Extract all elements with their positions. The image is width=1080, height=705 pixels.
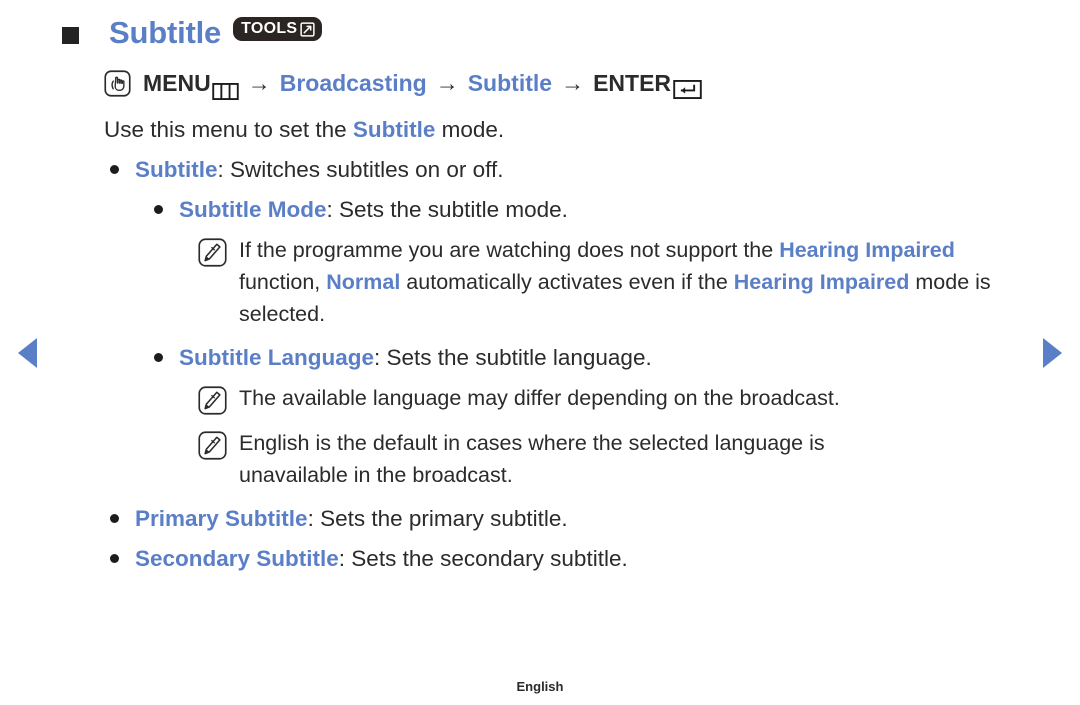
box-arrow-icon — [300, 21, 316, 37]
tools-badge-label: TOOLS — [241, 20, 298, 37]
note-text: The available language may differ depend… — [239, 386, 840, 410]
menu-label: MENU — [143, 70, 211, 96]
note-pencil-icon — [198, 386, 227, 415]
note-highlight-2: Normal — [326, 270, 401, 294]
note-highlight-1: Hearing Impaired — [779, 238, 955, 262]
list-item-text: Secondary Subtitle: Sets the secondary s… — [135, 542, 628, 575]
list-item-term: Subtitle Language — [179, 345, 375, 370]
list-item-term: Subtitle Mode — [179, 197, 327, 222]
list-item-text: Subtitle Language: Sets the subtitle lan… — [179, 341, 652, 374]
list-item-desc: : Sets the primary subtitle. — [307, 506, 568, 531]
list-item: Secondary Subtitle: Sets the secondary s… — [110, 542, 1020, 575]
path-arrow-2: → — [435, 70, 459, 96]
intro-paragraph: Use this menu to set the Subtitle mode. — [104, 114, 1020, 146]
intro-suffix: mode. — [435, 117, 505, 142]
square-bullet-icon — [62, 26, 79, 44]
intro-prefix: Use this menu to set the — [104, 117, 353, 142]
list-item-desc: : Sets the subtitle language. — [374, 345, 652, 370]
menu-grid-icon — [212, 75, 239, 100]
note-text: English is the default in cases where th… — [239, 431, 825, 487]
list-item: Primary Subtitle: Sets the primary subti… — [110, 502, 1020, 535]
list-item-desc: : Sets the subtitle mode. — [326, 197, 568, 222]
page-title-row: Subtitle TOOLS — [62, 15, 323, 50]
menu-path-text: MENU → Broadcasting → Subtitle → ENTER — [143, 66, 702, 100]
list-item-desc: : Switches subtitles on or off. — [217, 157, 504, 182]
note-part-3: automatically activates even if the — [400, 270, 734, 294]
note-item: If the programme you are watching does n… — [198, 234, 1020, 330]
path-arrow-1: → — [247, 70, 271, 96]
round-bullet-icon — [154, 353, 163, 362]
previous-page-arrow-icon[interactable] — [18, 338, 37, 368]
note-pencil-icon — [198, 431, 227, 460]
next-page-arrow-icon[interactable] — [1043, 338, 1062, 368]
footer-language: English — [516, 679, 564, 694]
list-item-text: Subtitle Mode: Sets the subtitle mode. — [179, 193, 568, 226]
tools-badge[interactable]: TOOLS — [233, 17, 323, 41]
path-arrow-3: → — [561, 70, 585, 96]
list-item-desc: : Sets the secondary subtitle. — [338, 546, 628, 571]
round-bullet-icon — [110, 165, 119, 174]
list-item-text: Primary Subtitle: Sets the primary subti… — [135, 502, 568, 535]
path-item-subtitle[interactable]: Subtitle — [468, 66, 552, 100]
enter-label: ENTER — [593, 70, 672, 96]
list-item-term: Primary Subtitle — [135, 506, 308, 531]
list-item: Subtitle Mode: Sets the subtitle mode. — [154, 193, 1020, 226]
note-item: The available language may differ depend… — [198, 382, 1020, 415]
list-item-term: Subtitle — [135, 157, 218, 182]
list-item: Subtitle Language: Sets the subtitle lan… — [154, 341, 1020, 374]
manual-page: Subtitle TOOLS MENU → Broadcasting → Sub… — [0, 0, 1080, 705]
note-highlight-3: Hearing Impaired — [733, 270, 910, 294]
intro-highlight: Subtitle — [352, 117, 436, 142]
note-part-1: If the programme you are watching does n… — [239, 238, 780, 262]
note-part-2: function, — [239, 270, 327, 294]
note-pencil-icon — [198, 238, 227, 267]
content-body: MENU → Broadcasting → Subtitle → ENTER U… — [104, 62, 1020, 575]
list-item-term: Secondary Subtitle — [135, 546, 339, 571]
list-item: Subtitle: Switches subtitles on or off. — [110, 153, 1020, 186]
enter-return-icon — [673, 74, 702, 99]
note-text: If the programme you are watching does n… — [239, 234, 1020, 330]
page-title: Subtitle — [109, 15, 222, 50]
path-item-broadcasting[interactable]: Broadcasting — [280, 66, 427, 100]
round-bullet-icon — [110, 514, 119, 523]
note-item: English is the default in cases where th… — [198, 427, 1020, 491]
hand-press-icon — [104, 69, 131, 97]
round-bullet-icon — [154, 205, 163, 214]
round-bullet-icon — [110, 554, 119, 563]
menu-path-row: MENU → Broadcasting → Subtitle → ENTER — [104, 66, 1020, 100]
list-item-text: Subtitle: Switches subtitles on or off. — [135, 153, 503, 186]
